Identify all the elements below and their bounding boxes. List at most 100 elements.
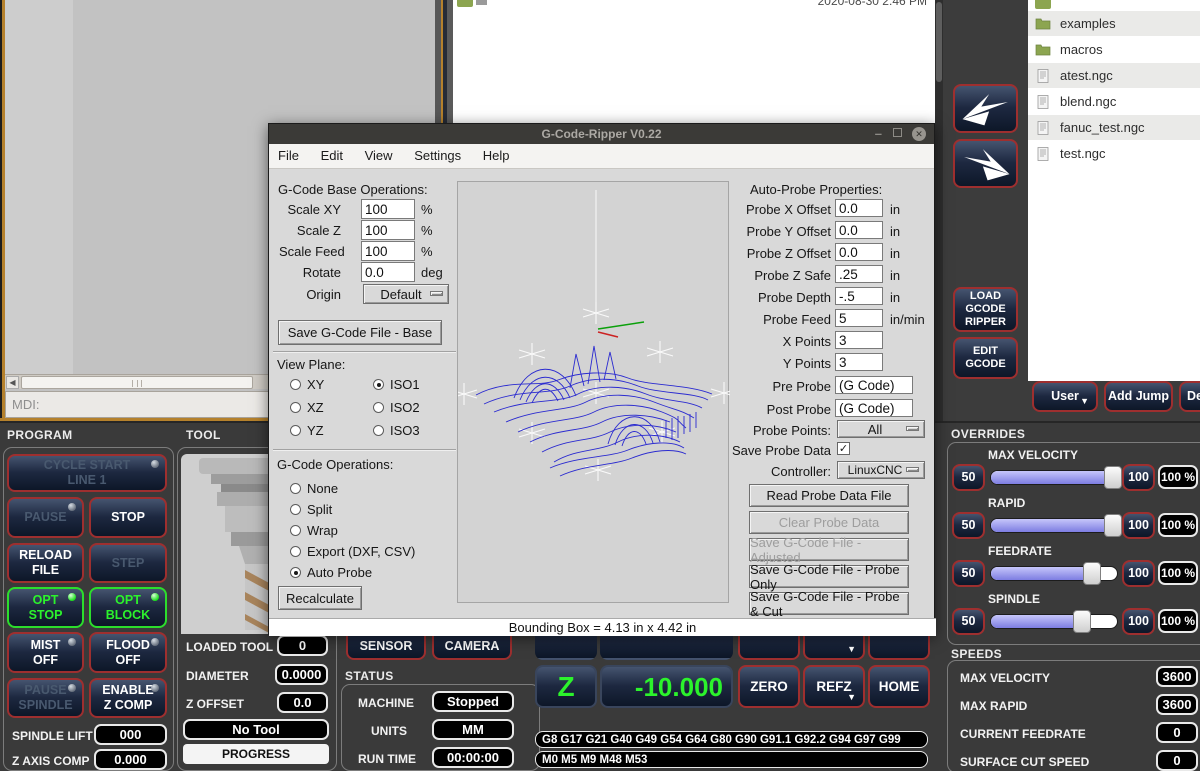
reload-file-button[interactable]: RELOAD FILE (7, 543, 84, 583)
pause-spindle-button[interactable]: PAUSE SPINDLE (7, 678, 84, 718)
pre-probe-input[interactable]: (G Code) (835, 376, 913, 394)
flood-button[interactable]: FLOOD OFF (89, 632, 167, 673)
radio-export[interactable]: Export (DXF, CSV) (290, 544, 415, 559)
x-points-input[interactable]: 3 (835, 331, 883, 349)
radio-iso1[interactable]: ISO1 (373, 377, 420, 392)
feedrate-override-value: 100 % (1158, 561, 1198, 585)
vscroll-handle[interactable] (936, 2, 942, 82)
vertical-scroll-strip[interactable] (935, 0, 943, 421)
gcode-preview-canvas[interactable] (457, 181, 729, 603)
restore-icon[interactable] (893, 128, 902, 137)
controller-dropdown[interactable]: LinuxCNC (837, 461, 925, 479)
file-row-atest[interactable]: atest.ngc (1028, 63, 1200, 88)
jump-back-button[interactable] (953, 139, 1018, 188)
file-row-blend[interactable]: blend.ngc (1028, 89, 1200, 114)
minimize-icon[interactable]: – (875, 124, 882, 144)
file-row-test[interactable]: test.ngc (1028, 141, 1200, 166)
spindle-slider[interactable] (990, 614, 1118, 629)
read-probe-data-button[interactable]: Read Probe Data File (749, 484, 909, 507)
scale-xy-input[interactable]: 100 (361, 199, 415, 219)
file-row-fanuc-test[interactable]: fanuc_test.ngc (1028, 115, 1200, 140)
probe-depth-label: Probe Depth (739, 290, 831, 305)
edit-gcode-button[interactable]: EDIT GCODE (953, 337, 1018, 379)
probe-feed-input[interactable]: 5 (835, 309, 883, 327)
mist-button[interactable]: MIST OFF (7, 632, 84, 673)
hscroll-handle[interactable] (21, 376, 253, 389)
spindle-min-button[interactable]: 50 (952, 608, 985, 635)
load-gcode-ripper-button[interactable]: LOAD GCODE RIPPER (953, 287, 1018, 332)
user-menu-button[interactable]: User ▼ (1032, 381, 1098, 412)
file-row-examples[interactable]: examples (1028, 11, 1200, 36)
jump-forward-button[interactable] (953, 84, 1018, 133)
probe-z-safe-input[interactable]: .25 (835, 265, 883, 283)
z-axis-letter-button[interactable]: Z (535, 665, 597, 708)
loaded-tool-label: LOADED TOOL (186, 640, 273, 654)
home-z-button[interactable]: HOME (868, 665, 930, 708)
origin-label: Origin (279, 287, 341, 302)
probe-x-offset-input[interactable]: 0.0 (835, 199, 883, 217)
max-velocity-slider[interactable] (990, 470, 1118, 485)
menu-help[interactable]: Help (474, 144, 519, 167)
radio-iso3[interactable]: ISO3 (373, 423, 420, 438)
max-rapid-label: MAX RAPID (960, 699, 1027, 713)
cycle-start-button[interactable]: CYCLE START LINE 1 (7, 454, 167, 492)
radio-split[interactable]: Split (290, 502, 332, 517)
rapid-min-button[interactable]: 50 (952, 512, 985, 539)
dialog-titlebar[interactable]: G-Code-Ripper V0.22 – ✕ (269, 124, 934, 144)
radio-xz[interactable]: XZ (290, 400, 324, 415)
radio-wrap[interactable]: Wrap (290, 523, 338, 538)
probe-z-offset-input[interactable]: 0.0 (835, 243, 883, 261)
radio-yz[interactable]: YZ (290, 423, 324, 438)
max-velocity-min-button[interactable]: 50 (952, 464, 985, 491)
slider-thumb[interactable] (1104, 466, 1122, 489)
add-jump-button[interactable]: Add Jump (1104, 381, 1173, 412)
radio-xy[interactable]: XY (290, 377, 324, 392)
rotate-input[interactable]: 0.0 (361, 262, 415, 282)
recalculate-button[interactable]: Recalculate (278, 586, 362, 610)
save-adjusted-button[interactable]: Save G-Code File - Adjusted (749, 538, 909, 561)
scroll-left-arrow-icon[interactable]: ◀ (6, 376, 19, 389)
save-probe-cut-button[interactable]: Save G-Code File - Probe & Cut (749, 592, 909, 615)
partial-button[interactable]: De (1179, 381, 1200, 412)
feedrate-max-button[interactable]: 100 (1122, 560, 1155, 587)
radio-auto-probe[interactable]: Auto Probe (290, 565, 372, 580)
rapid-max-button[interactable]: 100 (1122, 512, 1155, 539)
spindle-max-button[interactable]: 100 (1122, 608, 1155, 635)
menu-file[interactable]: File (269, 144, 308, 167)
file-row-macros[interactable]: macros (1028, 37, 1200, 62)
feedrate-slider[interactable] (990, 566, 1118, 581)
rapid-slider[interactable] (990, 518, 1118, 533)
save-probe-data-checkbox[interactable]: ✓ (837, 442, 850, 455)
close-icon[interactable]: ✕ (912, 127, 926, 141)
max-velocity-max-button[interactable]: 100 (1122, 464, 1155, 491)
slider-thumb[interactable] (1104, 514, 1122, 537)
save-probe-only-button[interactable]: Save G-Code File - Probe Only (749, 565, 909, 588)
menu-view[interactable]: View (356, 144, 402, 167)
radio-icon (290, 425, 301, 436)
enable-zcomp-button[interactable]: ENABLE Z COMP (89, 678, 167, 718)
pause-button[interactable]: PAUSE (7, 497, 84, 538)
y-points-input[interactable]: 3 (835, 353, 883, 371)
ref-z-button[interactable]: REFZ ▼ (803, 665, 865, 708)
probe-points-dropdown[interactable]: All (837, 420, 925, 438)
menu-settings[interactable]: Settings (405, 144, 470, 167)
origin-dropdown[interactable]: Default (363, 284, 449, 304)
probe-depth-input[interactable]: -.5 (835, 287, 883, 305)
radio-none[interactable]: None (290, 481, 338, 496)
feedrate-min-button[interactable]: 50 (952, 560, 985, 587)
menu-edit[interactable]: Edit (312, 144, 352, 167)
opt-stop-button[interactable]: OPT STOP (7, 587, 84, 628)
stop-button[interactable]: STOP (89, 497, 167, 538)
zero-z-button[interactable]: ZERO (738, 665, 800, 708)
clear-probe-data-button[interactable]: Clear Probe Data (749, 511, 909, 534)
opt-block-button[interactable]: OPT BLOCK (89, 587, 167, 628)
radio-iso2[interactable]: ISO2 (373, 400, 420, 415)
post-probe-input[interactable]: (G Code) (835, 399, 913, 417)
step-button[interactable]: STEP (89, 543, 167, 583)
save-base-button[interactable]: Save G-Code File - Base (278, 320, 442, 345)
scale-feed-input[interactable]: 100 (361, 241, 415, 261)
slider-thumb[interactable] (1083, 562, 1101, 585)
scale-z-input[interactable]: 100 (361, 220, 415, 240)
slider-thumb[interactable] (1073, 610, 1091, 633)
probe-y-offset-input[interactable]: 0.0 (835, 221, 883, 239)
